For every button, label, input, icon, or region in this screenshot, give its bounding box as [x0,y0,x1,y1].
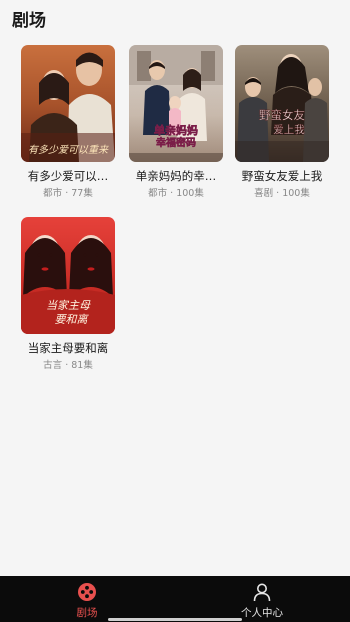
screen: 剧场 有多少爱可以重来 有多少爱可以… 都市 · 77集 单亲妈妈 幸福密码 单… [0,0,350,622]
poster-title: 有多少爱可以重来 [28,144,109,156]
poster-subtitle: 幸福密码 [156,136,196,149]
drama-title: 有多少爱可以… [27,169,109,183]
tab-profile[interactable]: 个人中心 [202,576,322,622]
drama-card[interactable]: 单亲妈妈 幸福密码 单亲妈妈的幸… 都市 · 100集 [129,45,223,199]
poster-image: 有多少爱可以重来 [21,45,115,162]
drama-poster[interactable]: 野蛮女友 爱上我 [235,45,329,162]
poster-title: 野蛮女友 [259,108,305,122]
drama-poster[interactable]: 当家主母 要和离 [21,217,115,334]
tab-label: 剧场 [76,607,98,619]
drama-meta: 喜剧 · 100集 [254,188,310,199]
drama-title: 野蛮女友爱上我 [241,169,323,183]
poster-image: 当家主母 要和离 [21,217,115,334]
page-title: 剧场 [12,11,46,31]
drama-meta: 都市 · 77集 [43,188,93,199]
poster-subtitle: 爱上我 [273,123,305,136]
tab-bar: 剧场 个人中心 [0,576,350,622]
user-icon [253,583,271,602]
drama-meta: 都市 · 100集 [148,188,204,199]
drama-card[interactable]: 野蛮女友 爱上我 野蛮女友爱上我 喜剧 · 100集 [235,45,329,199]
drama-meta: 古言 · 81集 [43,360,93,371]
drama-poster[interactable]: 单亲妈妈 幸福密码 [129,45,223,162]
poster-subtitle: 要和离 [55,313,90,326]
tab-theater[interactable]: 剧场 [27,576,147,622]
poster-title: 单亲妈妈 [154,123,198,137]
drama-title: 当家主母要和离 [27,341,109,355]
poster-image: 单亲妈妈 幸福密码 [129,45,223,162]
poster-title: 当家主母 [46,299,91,312]
poster-image: 野蛮女友 爱上我 [235,45,329,162]
drama-title: 单亲妈妈的幸… [135,169,217,183]
theater-icon [78,583,96,601]
home-indicator [108,618,242,621]
drama-card[interactable]: 当家主母 要和离 当家主母要和离 古言 · 81集 [21,217,115,371]
drama-card[interactable]: 有多少爱可以重来 有多少爱可以… 都市 · 77集 [21,45,115,199]
tab-label: 个人中心 [241,607,283,619]
drama-poster[interactable]: 有多少爱可以重来 [21,45,115,162]
